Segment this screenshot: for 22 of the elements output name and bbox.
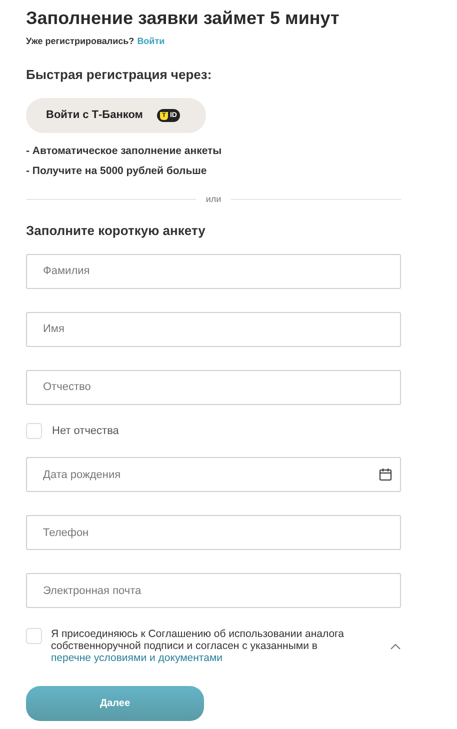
- input-field[interactable]: Отчество: [26, 370, 401, 404]
- section-heading: Быстрая регистрация через:: [26, 67, 213, 83]
- calendar-icon[interactable]: [379, 468, 392, 481]
- input-field[interactable]: Фамилия: [26, 254, 401, 288]
- agreement-text: Я присоединяюсь к Соглашению об использовании аналога собственноручной подписи и согласен с указанными в перечне условиями и документами: [51, 628, 345, 664]
- input-field[interactable]: Телефон: [26, 515, 401, 550]
- page-title: Заполнение заявки займет 5 минут: [26, 7, 340, 29]
- chevron-icon[interactable]: [390, 643, 401, 650]
- input-field[interactable]: Имя: [26, 312, 401, 346]
- checkbox[interactable]: [26, 628, 42, 644]
- form-heading: Заполните короткую анкету: [26, 222, 206, 238]
- input-field[interactable]: Электронная почта: [26, 573, 401, 608]
- login-link[interactable]: Войти: [137, 35, 165, 47]
- benefit-text: - Получите на 5000 рублей больше: [26, 164, 208, 178]
- divider-text: или: [206, 193, 222, 206]
- checkbox-label: Нет отчества: [52, 424, 119, 438]
- next-button[interactable]: Далее: [26, 686, 204, 721]
- login-prompt: Уже регистрировались?: [26, 35, 134, 47]
- benefit-text: - Автоматическое заполнение анкеты: [26, 144, 223, 158]
- checkbox[interactable]: [26, 422, 42, 439]
- date-field[interactable]: Дата рождения: [26, 457, 401, 492]
- terms-link[interactable]: перечне условиями и документами: [51, 652, 223, 664]
